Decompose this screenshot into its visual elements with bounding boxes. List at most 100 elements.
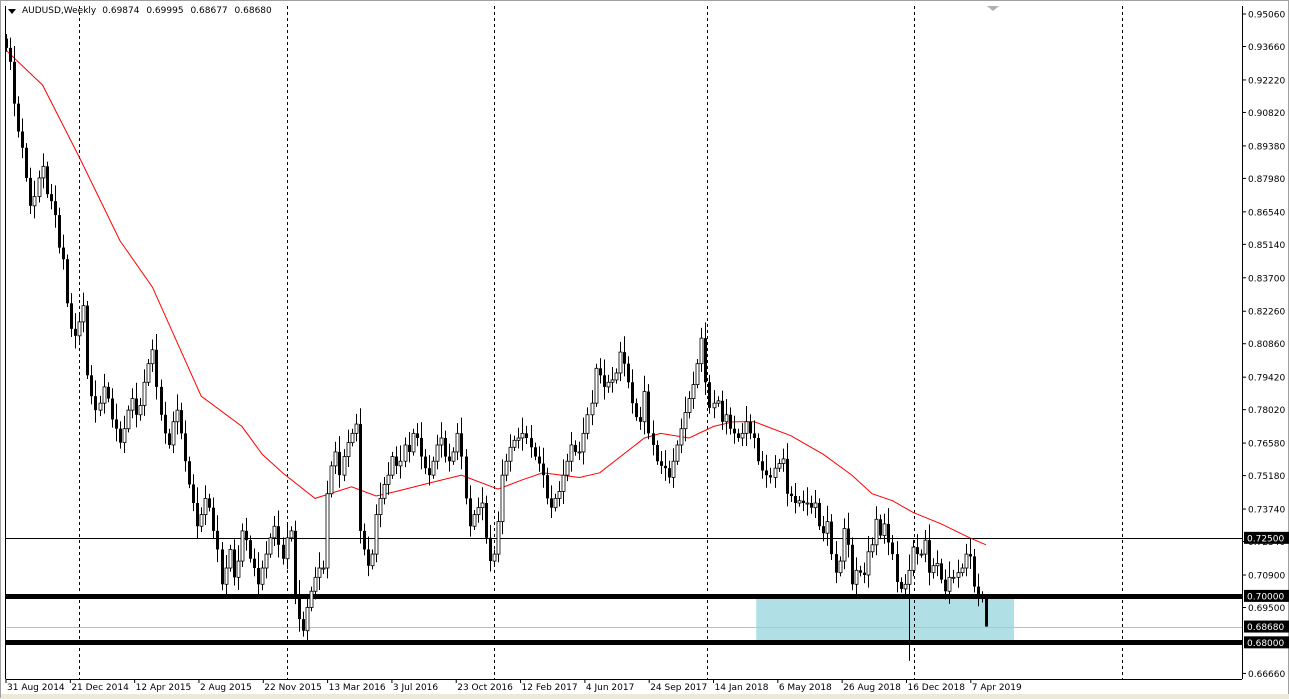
- candle-bull: [717, 401, 720, 403]
- candle-bear: [21, 131, 24, 147]
- candle-bear: [221, 549, 224, 584]
- support-zone-rectangle[interactable]: [756, 596, 1014, 642]
- candle-bull: [501, 475, 504, 521]
- candle-bull: [204, 498, 207, 514]
- candle-bear: [155, 350, 158, 387]
- candle-bear: [916, 547, 919, 554]
- candle-bull: [871, 545, 874, 552]
- candle-bear: [13, 62, 16, 104]
- candle-bear: [9, 48, 12, 62]
- candle-bear: [761, 461, 764, 470]
- candle-bull: [330, 466, 333, 494]
- candle-bear: [708, 382, 711, 408]
- price-tick-label: 0.78020: [1248, 406, 1285, 416]
- candle-bull: [875, 519, 878, 545]
- price-level-label: 0.70000: [1247, 592, 1284, 602]
- candle-bear: [534, 447, 537, 456]
- candle-bull: [961, 568, 964, 573]
- candle-bear: [338, 452, 341, 475]
- time-tick-label: 23 Oct 2016: [457, 683, 513, 693]
- price-tick-label: 0.70900: [1248, 571, 1285, 581]
- candle-bear: [395, 457, 398, 466]
- candle-bear: [298, 596, 301, 619]
- candle-bear: [749, 422, 752, 434]
- candle-bull: [497, 522, 500, 555]
- candle-bull: [237, 561, 240, 577]
- price-tick-label: 0.89380: [1248, 142, 1285, 152]
- collapse-triangle-icon[interactable]: [8, 9, 16, 14]
- candle-bear: [107, 387, 110, 399]
- candle-bull: [273, 526, 276, 538]
- time-tick-label: 12 Apr 2015: [136, 683, 192, 693]
- candle-bull: [692, 385, 695, 399]
- candle-bear: [416, 433, 419, 438]
- candle-bull: [741, 433, 744, 438]
- open-value: 0.69874: [102, 6, 139, 16]
- candle-bull: [412, 433, 415, 452]
- candle-bull: [619, 352, 622, 373]
- candle-bull: [700, 338, 703, 364]
- candle-bull: [399, 461, 402, 466]
- candle-bull: [477, 508, 480, 515]
- candle-bear: [647, 392, 650, 434]
- candle-bull: [904, 584, 907, 589]
- candle-bull: [936, 563, 939, 565]
- candle-bear: [729, 415, 732, 429]
- candle-bull: [517, 438, 520, 440]
- candle-bull: [290, 531, 293, 538]
- candle-bear: [660, 461, 663, 466]
- price-tick-label: 0.79420: [1248, 374, 1285, 384]
- price-tick-label: 0.80860: [1248, 340, 1285, 350]
- candle-bear: [639, 417, 642, 422]
- candle-bear: [896, 554, 899, 582]
- time-tick-label: 31 Aug 2014: [7, 683, 65, 693]
- candle-bear: [928, 540, 931, 573]
- candle-bear: [208, 498, 211, 507]
- time-tick-label: 6 May 2018: [779, 683, 832, 693]
- candle-bull: [176, 410, 179, 422]
- candle-bull: [582, 433, 585, 452]
- price-tick-label: 0.83700: [1248, 274, 1285, 284]
- candle-bear: [253, 559, 256, 568]
- candle-bear: [981, 596, 984, 599]
- candle-bear: [753, 433, 756, 438]
- candle-bull: [965, 554, 968, 568]
- candle-bull: [855, 570, 858, 584]
- close-value: 0.68680: [235, 6, 272, 16]
- candle-bull: [684, 412, 687, 428]
- candle-bull: [932, 566, 935, 573]
- horizontal-level-line[interactable]: [6, 640, 1242, 645]
- candle-bull: [151, 350, 154, 364]
- candle-bear: [469, 498, 472, 526]
- candle-bull: [562, 475, 565, 491]
- candle-bear: [721, 401, 724, 422]
- chart-window[interactable]: 0.950600.936600.922200.908200.893800.879…: [0, 0, 1289, 698]
- candle-bull: [82, 306, 85, 322]
- chart-shift-marker-icon[interactable]: [987, 6, 999, 11]
- candle-bear: [794, 496, 797, 503]
- candle-bull: [839, 561, 842, 573]
- candle-bear: [460, 433, 463, 456]
- candle-bull: [375, 515, 378, 554]
- candle-bear: [245, 531, 248, 540]
- chart-header: AUDUSD,Weekly 0.69874 0.69995 0.68677 0.…: [8, 6, 276, 16]
- candle-bull: [473, 515, 476, 527]
- horizontal-level-line[interactable]: [6, 594, 1242, 599]
- candle-bull: [131, 399, 134, 411]
- candle-bear: [196, 503, 199, 526]
- price-tick-label: 0.92220: [1248, 76, 1285, 86]
- candle-bear: [424, 457, 427, 469]
- candle-bull: [814, 503, 817, 508]
- candle-bull: [505, 461, 508, 475]
- candle-bull: [355, 424, 358, 433]
- candle-bear: [757, 438, 760, 461]
- price-tick-label: 0.73740: [1248, 506, 1285, 516]
- price-chart[interactable]: 0.950600.936600.922200.908200.893800.879…: [1, 1, 1289, 699]
- candle-bear: [546, 475, 549, 498]
- candle-bear: [160, 387, 163, 415]
- candle-bull: [713, 403, 716, 408]
- time-tick-label: 14 Jan 2018: [715, 683, 769, 693]
- candle-bear: [216, 531, 219, 550]
- candle-bear: [86, 306, 89, 376]
- candle-bear: [786, 459, 789, 494]
